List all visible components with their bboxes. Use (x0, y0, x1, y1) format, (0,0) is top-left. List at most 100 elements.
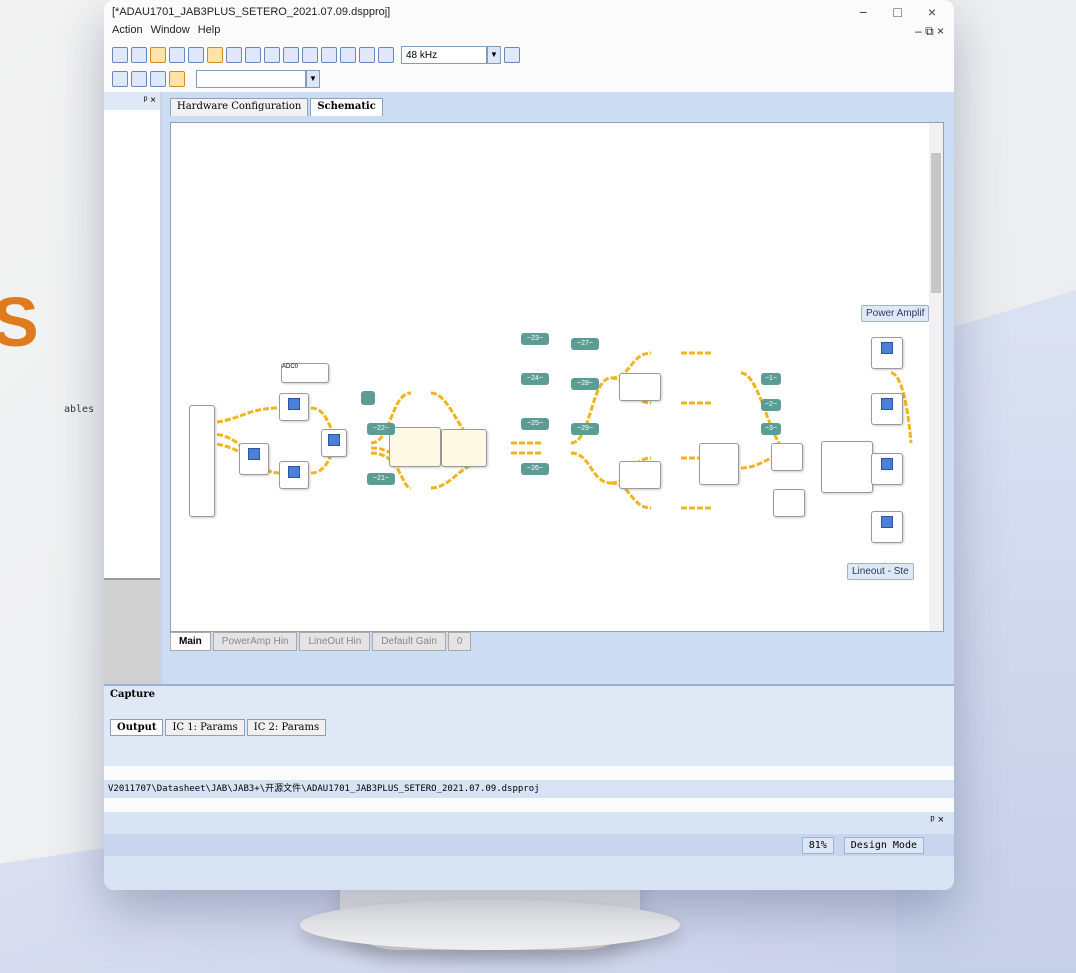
pointer-icon[interactable] (150, 47, 166, 63)
teal-tag[interactable]: ~24~ (521, 373, 549, 385)
capture-panel: Capture Output IC 1: Params IC 2: Params (104, 684, 954, 766)
teal-tag[interactable]: ~25~ (521, 418, 549, 430)
left-icon[interactable] (112, 71, 128, 87)
gain-block[interactable] (773, 489, 805, 517)
window-icon[interactable] (188, 47, 204, 63)
chevron-down-icon[interactable]: ▼ (306, 70, 320, 88)
teal-tag[interactable]: ~3~ (761, 423, 781, 435)
mdi-controls[interactable]: – ⧉ × (915, 24, 954, 42)
zoom-level: 81% (801, 836, 834, 854)
document-area: Hardware Configuration Schematic ADC0 ~2… (162, 92, 954, 690)
side-word: ables (64, 404, 95, 415)
menu-window[interactable]: Window (151, 24, 190, 42)
capture-title: Capture (110, 689, 155, 700)
dsp-block[interactable] (279, 393, 309, 421)
minimize-icon[interactable]: − (859, 4, 867, 20)
maximize-icon[interactable]: □ (893, 4, 901, 20)
sample-rate-select[interactable]: 48 kHz (401, 46, 487, 64)
tab-hardware-configuration[interactable]: Hardware Configuration (170, 98, 309, 116)
tab-schematic[interactable]: Schematic (310, 98, 383, 116)
main-toolbar: 48 kHz ▼ (104, 42, 954, 68)
link-compile-icon[interactable] (340, 47, 356, 63)
zoom-icon[interactable] (226, 47, 242, 63)
mux-block[interactable] (821, 441, 873, 493)
chevron-down-icon[interactable]: ▼ (487, 46, 501, 64)
output-block[interactable] (871, 393, 903, 425)
link-icon[interactable] (169, 47, 185, 63)
close-icon[interactable]: × (928, 4, 936, 20)
mixer-block[interactable] (441, 429, 487, 467)
input-block[interactable] (189, 405, 215, 517)
teal-tag[interactable]: ~22~ (367, 423, 395, 435)
object-combo[interactable] (196, 70, 306, 88)
menu-action[interactable]: Action (112, 24, 143, 42)
dsp-block[interactable] (321, 429, 347, 457)
add-icon[interactable] (169, 71, 185, 87)
undo-icon[interactable] (112, 47, 128, 63)
toolbox-panel: ᵖ × (104, 92, 162, 690)
settings-icon[interactable] (504, 47, 520, 63)
teal-tag[interactable]: ~28~ (571, 378, 599, 390)
workspace: ᵖ × Hardware Configuration Schematic ADC… (104, 92, 954, 890)
sheet-tab-lineout[interactable]: LineOut Hin (299, 632, 371, 651)
status-bar: 81% Design Mode (104, 834, 954, 856)
output-block[interactable] (871, 337, 903, 369)
right-icon[interactable] (131, 71, 147, 87)
menu-bar: Action Window Help – ⧉ × (104, 24, 954, 42)
lineout-label: Lineout - Ste (847, 563, 914, 580)
monitor-screen: [*ADAU1701_JAB3PLUS_SETERO_2021.07.09.ds… (104, 0, 954, 890)
panel-controls[interactable]: ᵖ × (104, 92, 160, 110)
dsp-block[interactable] (279, 461, 309, 489)
filter-block[interactable] (619, 461, 661, 489)
design-mode[interactable]: Design Mode (843, 836, 924, 854)
filter-block[interactable] (619, 373, 661, 401)
orange-glyph: S (0, 283, 39, 361)
teal-tag[interactable]: ~1~ (761, 373, 781, 385)
scroll-thumb[interactable] (931, 153, 941, 293)
sheet-tab-poweramp[interactable]: PowerAmp Hin (212, 632, 298, 651)
panel-controls[interactable]: ᵖ × (930, 814, 944, 826)
up-icon[interactable] (150, 71, 166, 87)
title-bar: [*ADAU1701_JAB3PLUS_SETERO_2021.07.09.ds… (104, 0, 954, 24)
tab-output[interactable]: Output (110, 719, 164, 736)
sheet-tabs: Main PowerAmp Hin LineOut Hin Default Ga… (170, 632, 472, 651)
output-tabs: Output IC 1: Params IC 2: Params (104, 719, 954, 736)
teal-tag[interactable]: ~27~ (571, 338, 599, 350)
splitter-block[interactable] (699, 443, 739, 485)
window-controls: − □ × (859, 4, 954, 20)
table-icon[interactable] (264, 47, 280, 63)
align-icon[interactable] (302, 47, 318, 63)
compile-icon[interactable] (207, 47, 223, 63)
grid-icon[interactable] (245, 47, 261, 63)
distribute-icon[interactable] (321, 47, 337, 63)
teal-tag[interactable]: ~29~ (571, 423, 599, 435)
menu-help[interactable]: Help (198, 24, 221, 42)
sheet-tab-main[interactable]: Main (170, 632, 211, 651)
power-amp-label: Power Amplif (861, 305, 930, 322)
sheet-tab-0[interactable]: 0 (447, 632, 472, 651)
toolbox-footer (104, 578, 160, 690)
tab-ic2-params[interactable]: IC 2: Params (246, 719, 327, 736)
doc-tabs: Hardware Configuration Schematic (162, 92, 954, 116)
teal-tag[interactable]: ~21~ (367, 473, 395, 485)
window-title: [*ADAU1701_JAB3PLUS_SETERO_2021.07.09.ds… (112, 6, 391, 18)
output-block[interactable] (871, 511, 903, 543)
teal-tag[interactable]: ~23~ (521, 333, 549, 345)
teal-tag[interactable]: ~2~ (761, 399, 781, 411)
mixer-block[interactable] (389, 427, 441, 467)
teal-tag[interactable]: ~26~ (521, 463, 549, 475)
download-icon[interactable] (359, 47, 375, 63)
schematic-canvas[interactable]: ADC0 ~22~ ~21~ ~23~ ~24~ ~25~ ~26~ ~27~ … (170, 122, 944, 632)
vertical-scrollbar[interactable] (929, 123, 943, 631)
connect-icon[interactable] (283, 47, 299, 63)
adc-block[interactable]: ADC0 (281, 363, 329, 383)
sheet-tab-default-gain[interactable]: Default Gain (372, 632, 446, 651)
redo-icon[interactable] (131, 47, 147, 63)
gain-block[interactable] (771, 443, 803, 471)
network-icon[interactable] (378, 47, 394, 63)
output-block[interactable] (871, 453, 903, 485)
teal-tag[interactable] (361, 391, 375, 405)
dsp-block[interactable] (239, 443, 269, 475)
tab-ic1-params[interactable]: IC 1: Params (165, 719, 245, 736)
project-path: V2011707\Datasheet\JAB\JAB3+\开源文件\ADAU17… (104, 780, 954, 798)
